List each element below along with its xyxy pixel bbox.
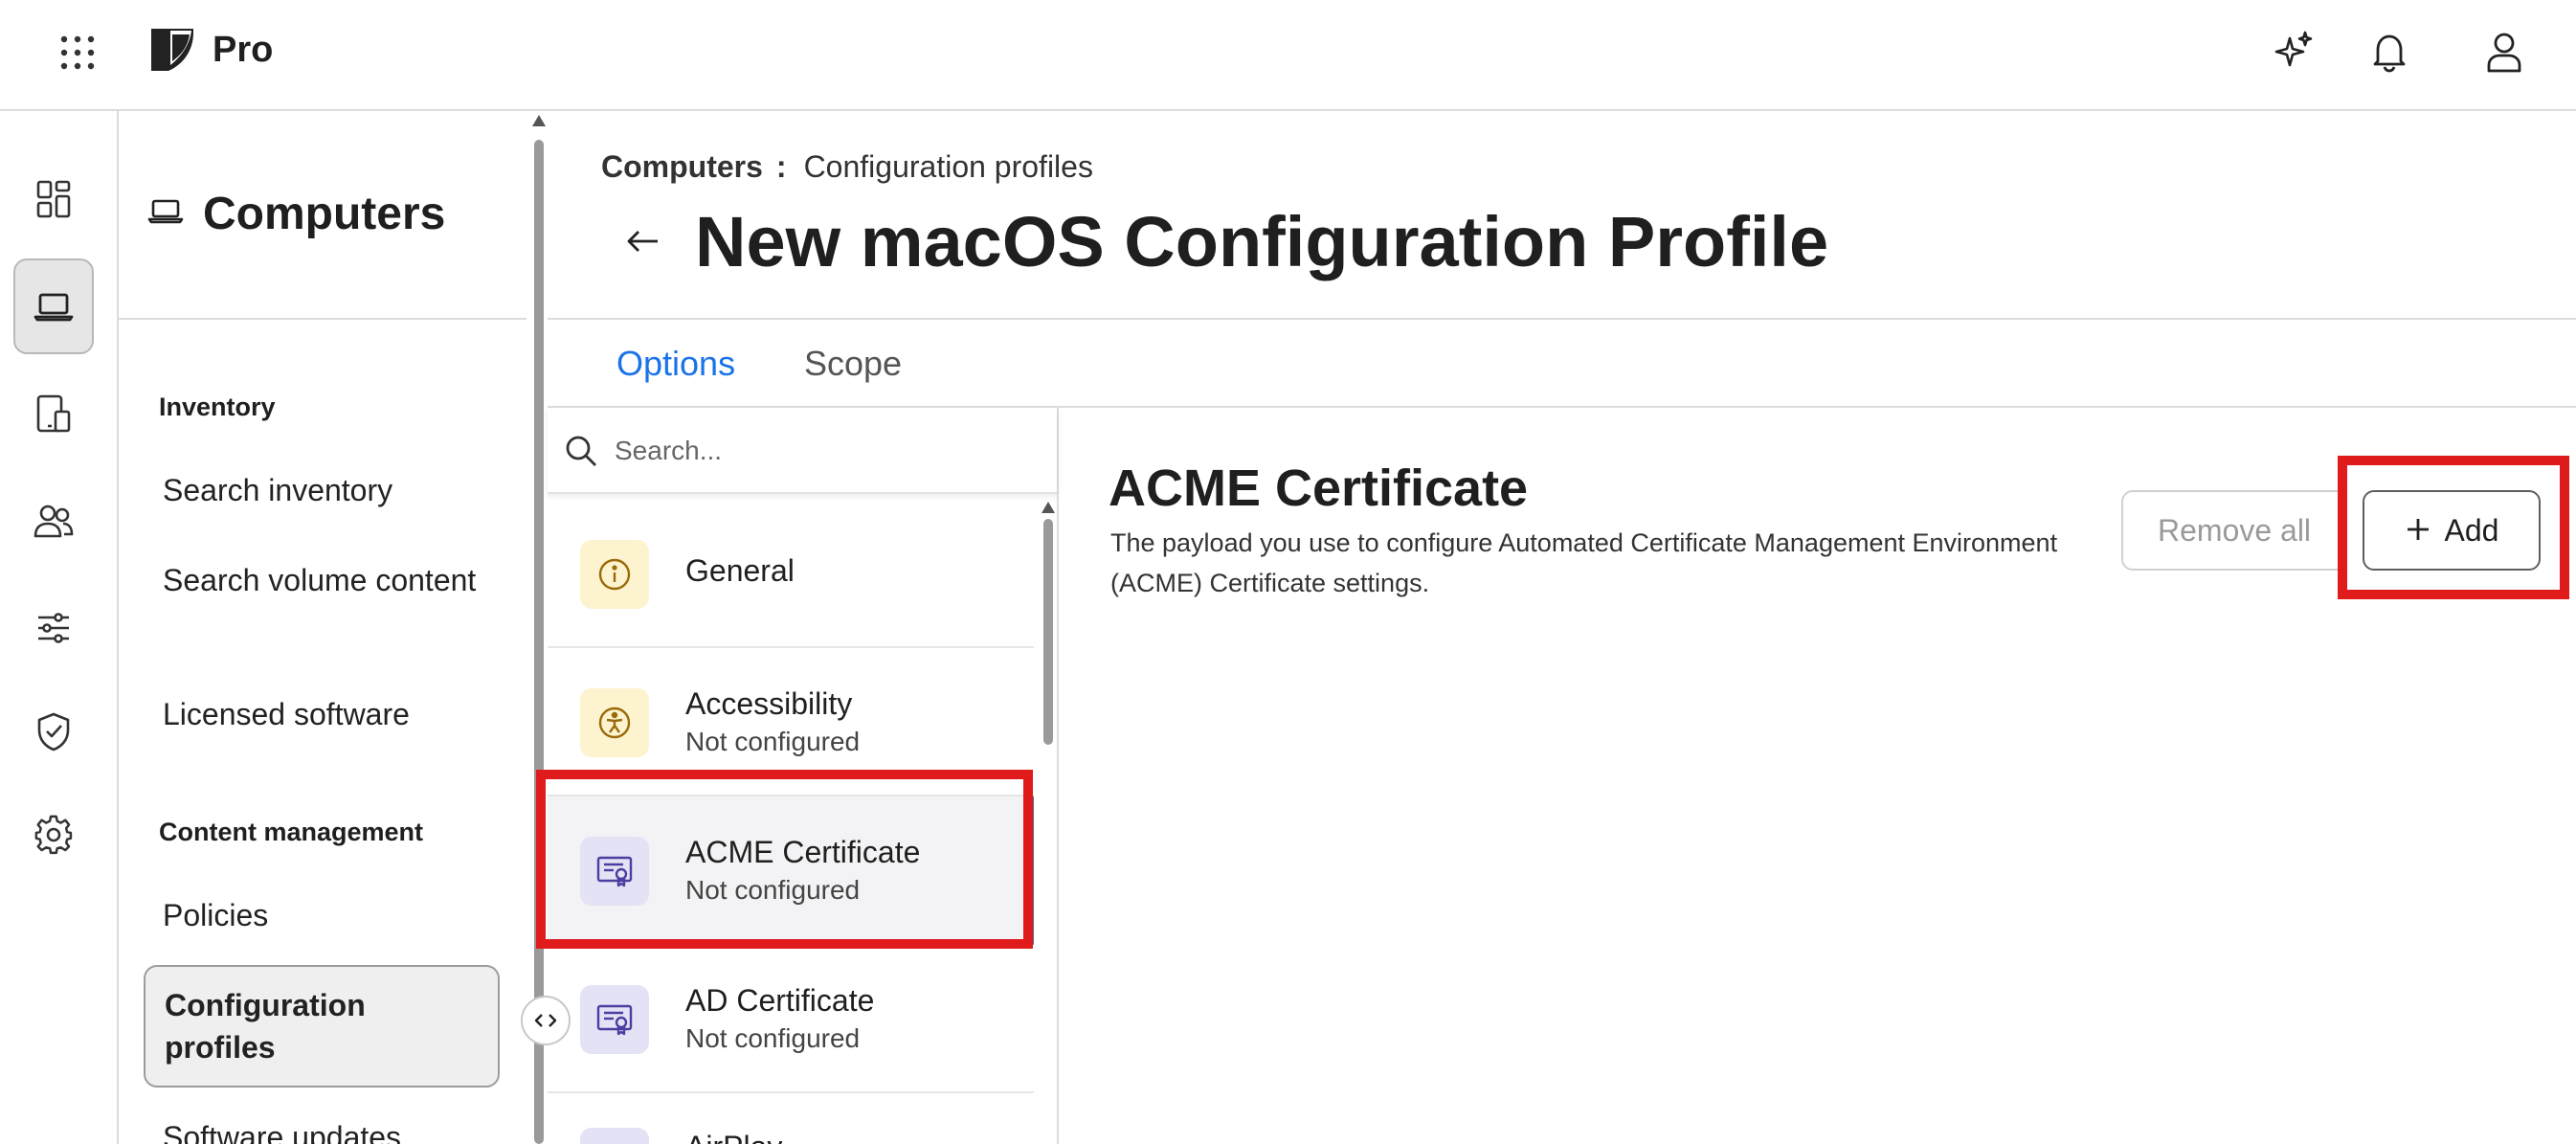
nav-link-configuration-profiles[interactable]: Configuration profiles [144, 965, 500, 1088]
breadcrumb-parent[interactable]: Computers [601, 149, 763, 184]
nav-link-licensed-software[interactable]: Licensed software [163, 693, 479, 735]
chevrons-left-right-icon [534, 1014, 557, 1027]
payload-item-ad-certificate[interactable]: AD Certificate Not configured [548, 945, 1034, 1093]
top-bar: Pro [0, 0, 2576, 111]
scroll-up-arrow-icon[interactable] [532, 115, 546, 126]
payload-name: AirPlay [685, 1128, 782, 1144]
user-profile-icon[interactable] [2477, 25, 2531, 79]
payload-status: Not configured [685, 875, 861, 905]
nav-title: Computers [203, 189, 446, 239]
laptop-icon[interactable] [13, 258, 94, 354]
brand-name: Pro [213, 30, 274, 70]
breadcrumb-separator: : [775, 149, 787, 184]
payload-name: Accessibility [685, 686, 853, 721]
airplay-icon [580, 1128, 649, 1144]
payload-name: General [685, 553, 795, 588]
payload-item-accessibility[interactable]: Accessibility Not configured [548, 648, 1034, 796]
dashboard-icon[interactable] [13, 151, 94, 247]
secondary-nav: Computers Inventory Search inventory Sea… [119, 111, 546, 1144]
ai-sparkle-icon[interactable] [2267, 25, 2320, 79]
notification-bell-icon[interactable] [2363, 25, 2416, 79]
users-icon[interactable] [13, 473, 94, 569]
main-content: Computers: Configuration profiles New mac… [548, 111, 2576, 1144]
payload-search [548, 408, 1057, 494]
nav-scrollbar[interactable] [530, 111, 546, 1144]
scrollbar-thumb[interactable] [534, 140, 544, 1144]
nav-link-search-inventory[interactable]: Search inventory [163, 469, 479, 511]
collapse-sidebar-button[interactable] [521, 996, 571, 1045]
payload-name: AD Certificate [685, 983, 875, 1018]
page-title: New macOS Configuration Profile [695, 202, 1829, 281]
devices-icon[interactable] [13, 366, 94, 461]
section-label-content-management: Content management [159, 818, 424, 846]
payload-item-general[interactable]: General [548, 500, 1034, 648]
payload-name: ACME Certificate [685, 835, 921, 869]
nav-link-search-volume-content[interactable]: Search volume content [163, 559, 479, 601]
payload-detail-description: The payload you use to configure Automat… [1110, 528, 2058, 597]
sliders-icon[interactable] [13, 580, 94, 676]
add-button-label: Add [2444, 512, 2499, 548]
shield-check-icon[interactable] [13, 684, 94, 779]
settings-gear-icon[interactable] [13, 787, 94, 883]
scrollbar-thumb[interactable] [1043, 519, 1053, 745]
search-input[interactable] [615, 427, 1036, 475]
scroll-up-arrow-icon[interactable] [1042, 502, 1055, 513]
payload-list: General Accessibility Not configured ACM… [548, 408, 1059, 1144]
payload-detail-title: ACME Certificate [1109, 460, 1529, 517]
payload-list-scrollbar[interactable] [1042, 500, 1055, 1144]
search-icon [563, 433, 599, 474]
plus-icon [2405, 511, 2431, 550]
icon-rail [0, 111, 119, 1144]
tab-options[interactable]: Options [616, 341, 736, 410]
breadcrumb-current[interactable]: Configuration profiles [804, 149, 1093, 184]
apps-grid-icon[interactable] [54, 29, 101, 77]
laptop-icon [147, 197, 184, 231]
info-circle-icon [580, 540, 649, 609]
certificate-icon [580, 837, 649, 906]
add-button[interactable]: Add [2363, 490, 2541, 571]
tab-scope[interactable]: Scope [804, 341, 902, 406]
payload-item-acme-certificate[interactable]: ACME Certificate Not configured [548, 796, 1034, 945]
brand-logo-icon[interactable] [147, 27, 197, 73]
accessibility-icon [580, 688, 649, 757]
payload-status: Not configured [685, 727, 861, 756]
certificate-icon [580, 985, 649, 1054]
nav-header: Computers [119, 111, 526, 320]
arrow-left-icon [627, 231, 658, 252]
divider [548, 318, 2576, 320]
breadcrumb: Computers: Configuration profiles [601, 147, 1093, 186]
payload-status: Not configured [685, 1023, 861, 1053]
remove-all-button[interactable]: Remove all [2121, 490, 2347, 571]
payload-item-airplay[interactable]: AirPlay [548, 1093, 1034, 1144]
nav-link-software-updates[interactable]: Software updates [163, 1116, 479, 1144]
nav-link-policies[interactable]: Policies [163, 894, 479, 936]
section-label-inventory: Inventory [159, 393, 276, 421]
back-button[interactable] [618, 216, 668, 266]
